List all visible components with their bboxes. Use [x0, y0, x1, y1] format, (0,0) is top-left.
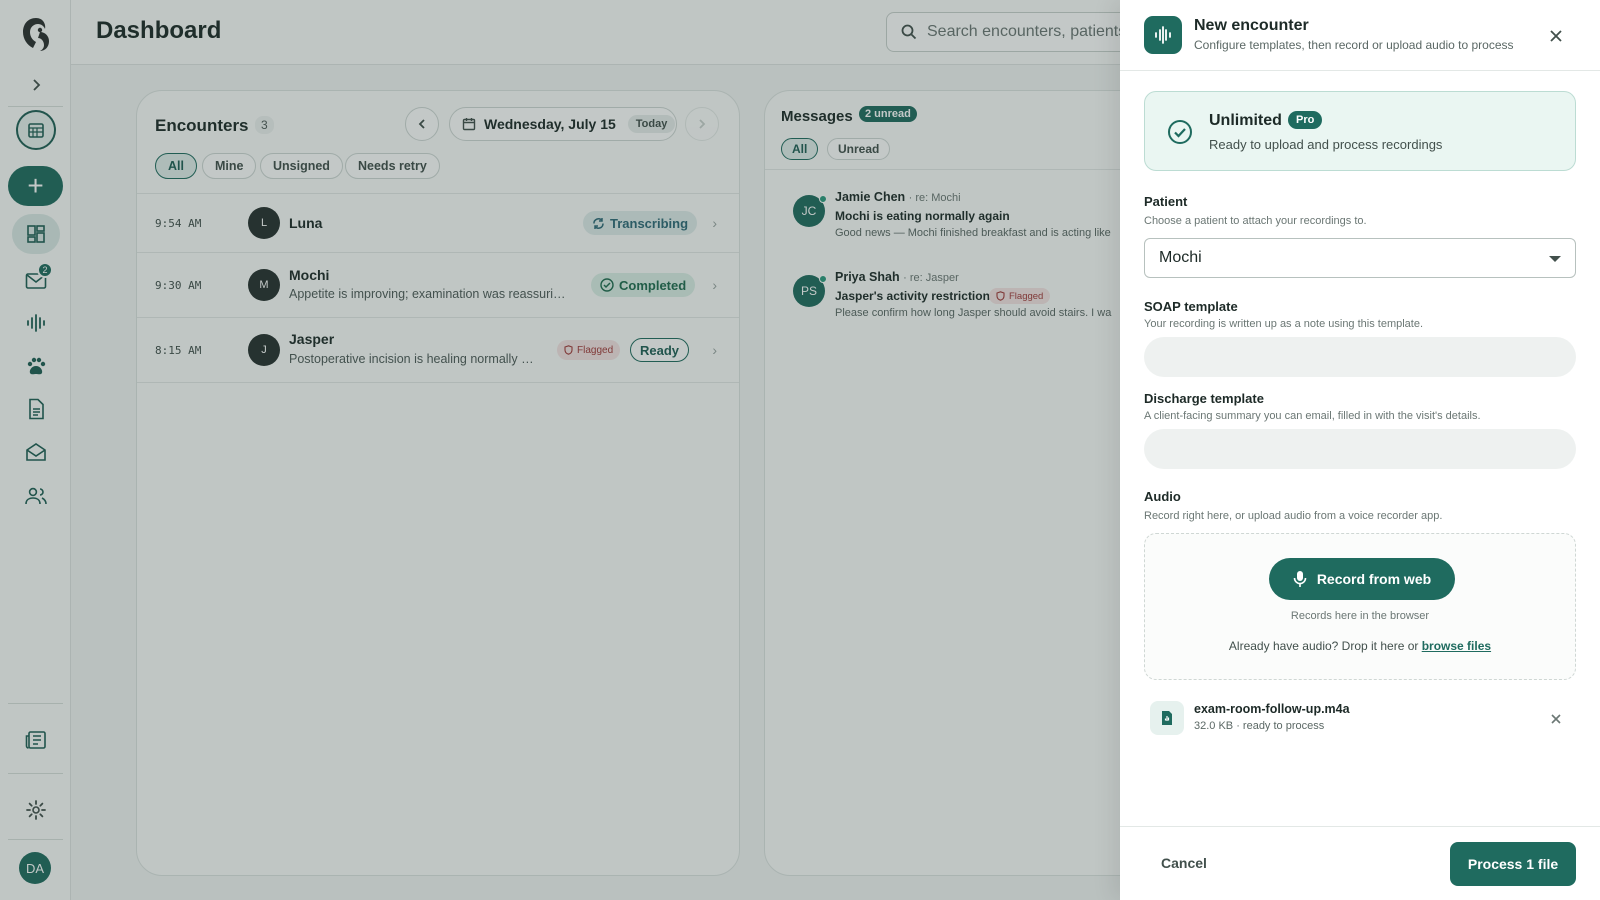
record-label: Record from web [1316, 571, 1432, 587]
remove-file-button[interactable] [1544, 707, 1568, 731]
soap-template-select[interactable] [1144, 337, 1576, 377]
dropzone-prompt: Already have audio? Drop it here or [1228, 639, 1422, 653]
drawer-subtitle: Configure templates, then record or uplo… [1194, 38, 1514, 52]
audio-dropzone[interactable]: Record from web Records here in the brow… [1144, 533, 1576, 680]
record-from-web-button[interactable]: Record from web [1269, 558, 1455, 600]
soap-template-help: Your recording is written up as a note u… [1144, 318, 1424, 330]
drawer-divider [1120, 70, 1600, 71]
patient-select[interactable]: Mochi [1144, 238, 1576, 278]
waveform-icon [1144, 16, 1182, 54]
check-circle-icon [1168, 120, 1192, 144]
discharge-template-help: A client-facing summary you can email, f… [1144, 410, 1481, 422]
audio-file-icon [1150, 701, 1184, 735]
microphone-icon [1293, 571, 1307, 587]
caret-down-icon [1549, 256, 1561, 262]
plan-description: Ready to upload and process recordings [1209, 137, 1443, 152]
process-files-button[interactable]: Process 1 file [1450, 842, 1576, 886]
audio-label: Audio [1144, 489, 1181, 504]
plan-name: Unlimited [1209, 112, 1282, 129]
plan-tier-badge: Pro [1288, 111, 1323, 129]
close-icon [1550, 30, 1562, 42]
new-encounter-drawer: New encounter Configure templates, then … [1120, 0, 1600, 900]
soap-template-label: SOAP template [1144, 299, 1238, 314]
file-name: exam-room-follow-up.m4a [1194, 702, 1350, 716]
plan-card: Unlimited Pro Ready to upload and proces… [1144, 91, 1576, 171]
file-meta: 32.0 KB · ready to process [1194, 720, 1325, 732]
dropzone-text: Already have audio? Drop it here or brow… [1145, 639, 1575, 653]
audio-help: Record right here, or upload audio from … [1144, 510, 1443, 522]
patient-selected-value: Mochi [1159, 249, 1202, 266]
close-drawer-button[interactable] [1544, 24, 1568, 48]
discharge-template-label: Discharge template [1144, 391, 1264, 406]
discharge-template-select[interactable] [1144, 429, 1576, 469]
cancel-button[interactable]: Cancel [1144, 848, 1224, 878]
close-icon [1551, 714, 1561, 724]
patient-help: Choose a patient to attach your recordin… [1144, 215, 1367, 227]
browse-files-link[interactable]: browse files [1422, 639, 1491, 653]
record-hint: Records here in the browser [1290, 610, 1430, 622]
footer-divider [1120, 826, 1600, 827]
patient-label: Patient [1144, 194, 1188, 209]
drawer-title: New encounter [1194, 17, 1309, 34]
uploaded-file: exam-room-follow-up.m4a 32.0 KB · ready … [1144, 697, 1576, 741]
